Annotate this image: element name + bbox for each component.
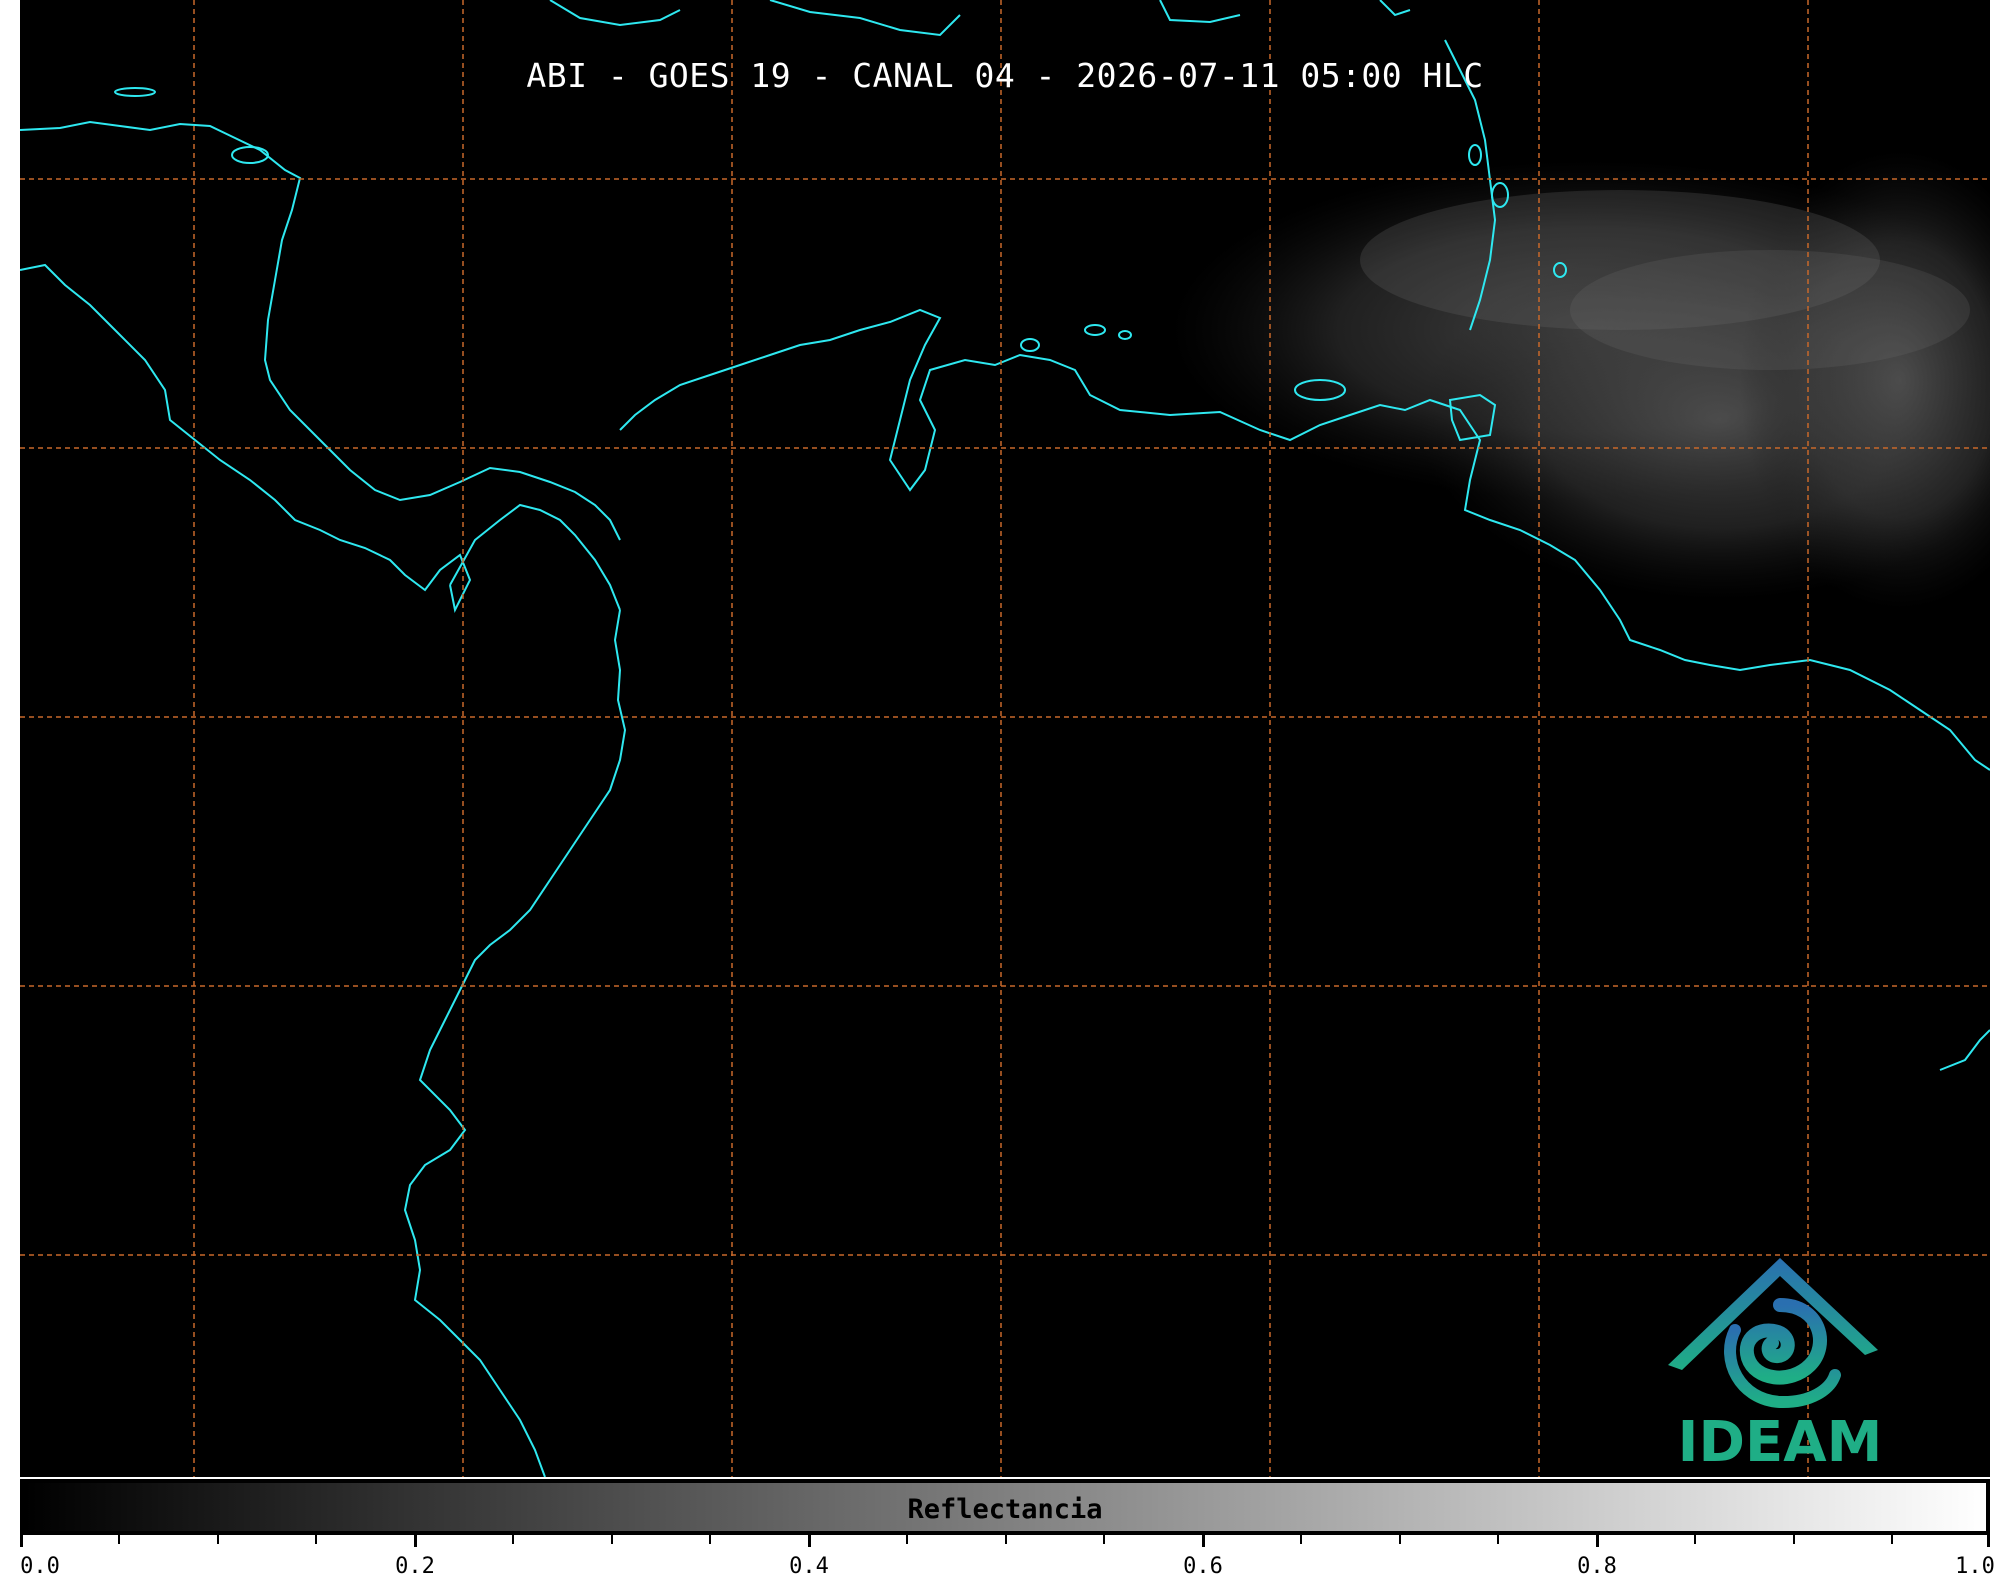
cloud-field — [1170, 150, 1990, 610]
coastline-colombia-pacific — [403, 609, 627, 1477]
coastline-panama — [449, 503, 621, 611]
coastline-pacific-central — [20, 263, 472, 614]
coastline-central-america — [20, 120, 621, 541]
tick-label: 0.8 — [1577, 1554, 1617, 1579]
tick-label: 0.4 — [789, 1554, 829, 1579]
tick-minor — [512, 1535, 514, 1544]
tick-major — [808, 1535, 811, 1547]
map-title: ABI - GOES 19 - CANAL 04 - 2026-07-11 05… — [526, 56, 1484, 95]
tick-label: 0.6 — [1183, 1554, 1223, 1579]
coastline-top-islands — [549, 0, 1411, 37]
tick-minor — [906, 1535, 908, 1544]
tick-major — [414, 1535, 417, 1547]
tick-label: 0.0 — [20, 1554, 60, 1579]
tick-label: 0.2 — [395, 1554, 435, 1579]
tick-minor — [709, 1535, 711, 1544]
tick-minor — [1497, 1535, 1499, 1544]
tick-minor — [315, 1535, 317, 1544]
tick-label: 1.0 — [1955, 1554, 1995, 1579]
ideam-logo-text: IDEAM — [1677, 1410, 1883, 1475]
tick-minor — [1891, 1535, 1893, 1544]
colorbar-label: Reflectancia — [907, 1494, 1103, 1525]
tick-minor — [118, 1535, 120, 1544]
tick-major — [1987, 1535, 1990, 1547]
tick-minor — [1694, 1535, 1696, 1544]
tick-minor — [611, 1535, 613, 1544]
colorbar-axis: 0.0 0.2 0.4 0.6 0.8 1.0 — [0, 1535, 2011, 1579]
colorbar: Reflectancia — [20, 1479, 1990, 1535]
tick-major — [20, 1535, 23, 1547]
coastline-ecuador-edge — [1939, 1029, 1990, 1071]
tick-minor — [1103, 1535, 1105, 1544]
ideam-emblem-icon — [1668, 1258, 1878, 1409]
tick-minor — [1793, 1535, 1795, 1544]
satellite-map: ABI - GOES 19 - CANAL 04 - 2026-07-11 05… — [20, 0, 1990, 1477]
tick-major — [1202, 1535, 1205, 1547]
tick-minor — [1300, 1535, 1302, 1544]
ideam-logo: IDEAM — [1660, 1250, 1900, 1475]
tick-minor — [1399, 1535, 1401, 1544]
tick-minor — [1005, 1535, 1007, 1544]
tick-major — [1596, 1535, 1599, 1547]
tick-minor — [217, 1535, 219, 1544]
